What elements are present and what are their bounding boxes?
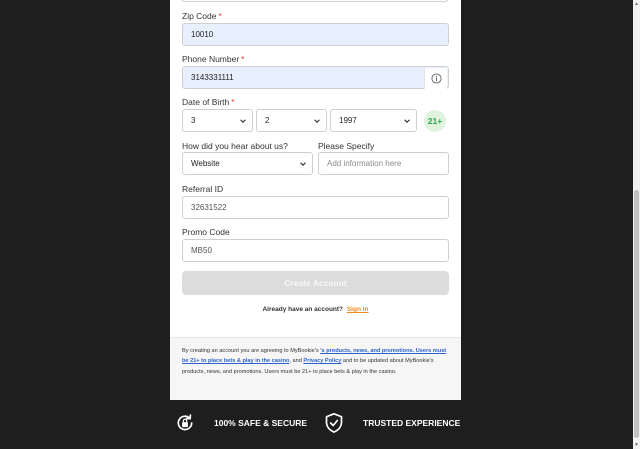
phone-number-label: Phone Number * — [182, 54, 244, 64]
dob-day-value: 2 — [265, 116, 270, 125]
dob-month-value: 3 — [191, 116, 196, 125]
trusted-experience-label: TRUSTED EXPERIENCE — [363, 418, 461, 428]
zip-code-label-text: Zip Code — [182, 11, 217, 21]
lock-rotate-icon — [177, 414, 193, 431]
signin-prompt: Already have an account? Sign In — [170, 306, 461, 313]
scroll-down-icon[interactable]: ▼ — [633, 441, 640, 449]
legal-disclaimer: By creating an account you are agreeing … — [170, 337, 461, 400]
promo-code-input[interactable]: MB50 — [182, 239, 449, 262]
required-mark: * — [218, 11, 222, 21]
promo-code-value: MB50 — [191, 246, 212, 255]
dob-day-select[interactable]: 2 — [256, 109, 327, 132]
please-specify-input[interactable]: Add information here — [318, 152, 449, 175]
please-specify-label: Please Specify — [318, 141, 375, 151]
referral-id-label: Referral ID — [182, 184, 224, 194]
age-21-plus-badge: 21+ — [424, 110, 446, 132]
hear-about-value: Website — [191, 159, 220, 168]
phone-number-input[interactable]: 3143331111 — [182, 66, 449, 89]
required-mark: * — [241, 54, 245, 64]
date-of-birth-label: Date of Birth * — [182, 97, 235, 107]
chevron-down-icon — [314, 119, 320, 123]
dob-year-value: 1997 — [339, 116, 357, 125]
registration-card: Zip Code * 10010 Phone Number * 3143331111… — [170, 0, 461, 400]
phone-number-value: 3143331111 — [191, 73, 234, 82]
page-scrollbar[interactable]: ▲ ▼ — [633, 0, 640, 449]
please-specify-placeholder: Add information here — [327, 159, 402, 168]
hear-about-select[interactable]: Website — [182, 152, 313, 175]
privacy-policy-link[interactable]: Privacy Policy — [303, 358, 341, 364]
scroll-up-icon[interactable]: ▲ — [633, 0, 640, 8]
scrollbar-thumb[interactable] — [634, 190, 639, 438]
dob-year-select[interactable]: 1997 — [330, 109, 417, 132]
previous-field-edge — [181, 0, 449, 2]
safe-secure-label: 100% SAFE & SECURE — [214, 418, 308, 428]
hear-about-label: How did you hear about us? — [182, 141, 288, 151]
shield-check-icon — [325, 413, 343, 433]
zip-code-input[interactable]: 10010 — [182, 23, 449, 46]
promo-code-label: Promo Code — [182, 227, 230, 237]
date-of-birth-label-text: Date of Birth — [182, 97, 230, 107]
chevron-down-icon — [404, 119, 410, 123]
required-mark: * — [231, 97, 235, 107]
safe-secure-badge: 100% SAFE & SECURE — [175, 412, 307, 434]
legal-text-1: By creating an account you are agreeing … — [182, 348, 321, 354]
legal-text-2: , and — [289, 358, 304, 365]
zip-code-value: 10010 — [191, 30, 214, 39]
dob-month-select[interactable]: 3 — [182, 109, 253, 132]
referral-id-value: 32631522 — [191, 203, 227, 212]
zip-code-label: Zip Code * — [182, 11, 222, 21]
sign-in-link[interactable]: Sign In — [347, 306, 369, 313]
referral-id-input[interactable]: 32631522 — [182, 196, 449, 219]
chevron-down-icon — [300, 162, 306, 166]
signin-prompt-text: Already have an account? — [262, 306, 344, 313]
phone-number-label-text: Phone Number — [182, 54, 240, 64]
trusted-experience-badge: TRUSTED EXPERIENCE — [324, 412, 460, 434]
create-account-button[interactable]: Create Account — [182, 271, 449, 295]
info-icon[interactable] — [424, 68, 447, 89]
chevron-down-icon — [240, 119, 246, 123]
